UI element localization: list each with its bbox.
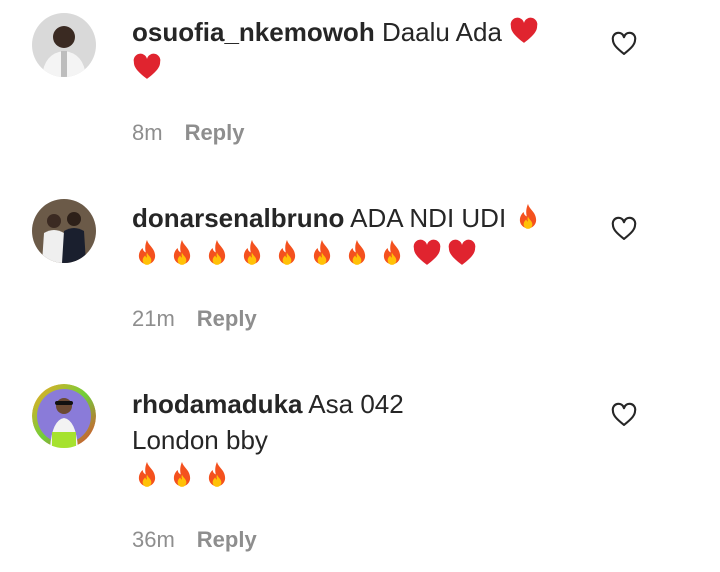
fire-emoji-icon	[132, 238, 162, 268]
fire-emoji-icon	[513, 202, 543, 232]
fire-emoji-icon	[377, 238, 407, 268]
comment-text-line: London bby	[132, 425, 268, 455]
comment-meta: 36m Reply	[132, 527, 257, 553]
fire-emoji-icon	[272, 238, 302, 268]
username[interactable]: donarsenalbruno	[132, 203, 344, 233]
reply-button[interactable]: Reply	[185, 120, 245, 145]
reply-button[interactable]: Reply	[197, 306, 257, 331]
like-heart-icon[interactable]	[610, 215, 638, 243]
comment-time: 36m	[132, 527, 175, 552]
comment-body: rhodamaduka Asa 042 London bby	[132, 386, 572, 494]
fire-emoji-icon	[167, 460, 197, 490]
comment-body: osuofia_nkemowoh Daalu Ada	[132, 14, 572, 86]
fire-emoji-icon	[342, 238, 372, 268]
heart-emoji-icon	[132, 52, 162, 82]
heart-emoji-icon	[412, 238, 442, 268]
comment-body: donarsenalbruno ADA NDI UDI	[132, 200, 572, 272]
fire-emoji-icon	[307, 238, 337, 268]
fire-emoji-icon	[237, 238, 267, 268]
comment-text: Asa 042	[308, 389, 404, 419]
like-heart-icon[interactable]	[610, 401, 638, 429]
comment-meta: 8m Reply	[132, 120, 244, 146]
like-heart-icon[interactable]	[610, 30, 638, 58]
comment-text: Daalu Ada	[381, 17, 502, 47]
fire-emoji-icon	[132, 460, 162, 490]
fire-emoji-icon	[167, 238, 197, 268]
username[interactable]: rhodamaduka	[132, 389, 303, 419]
comment-time: 21m	[132, 306, 175, 331]
username[interactable]: osuofia_nkemowoh	[132, 17, 375, 47]
avatar[interactable]	[32, 13, 96, 77]
comment-meta: 21m Reply	[132, 306, 257, 332]
heart-emoji-icon	[509, 16, 539, 46]
avatar[interactable]	[32, 199, 96, 263]
comment-text: ADA NDI UDI	[350, 203, 507, 233]
avatar[interactable]	[32, 384, 96, 448]
fire-emoji-icon	[202, 460, 232, 490]
fire-emoji-icon	[202, 238, 232, 268]
emoji-line	[132, 239, 482, 269]
reply-button[interactable]: Reply	[197, 527, 257, 552]
comment-time: 8m	[132, 120, 163, 145]
heart-emoji-icon	[447, 238, 477, 268]
